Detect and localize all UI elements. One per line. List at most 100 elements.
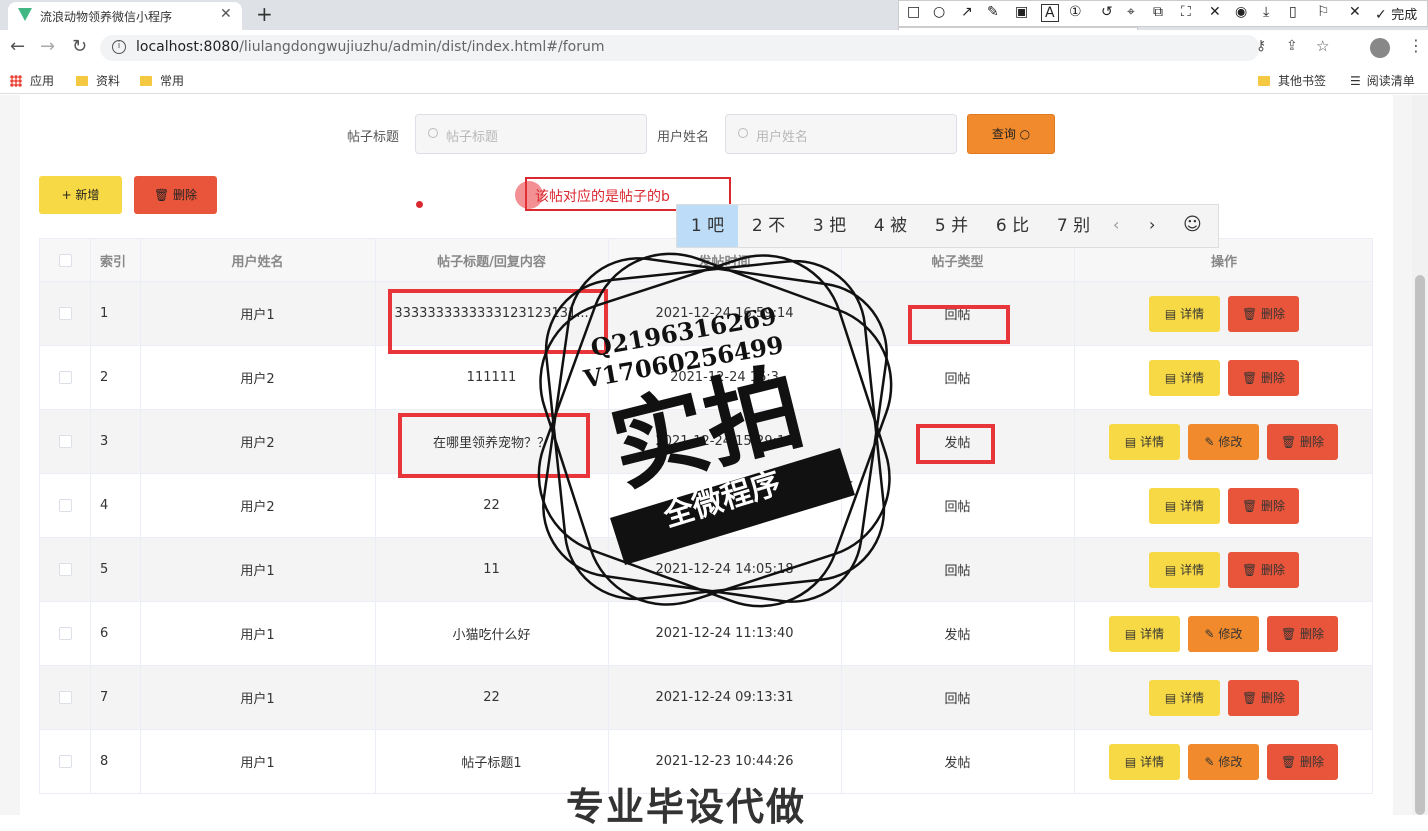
- ime-candidate[interactable]: 5 并: [921, 205, 982, 247]
- batch-delete-button[interactable]: 🗑 删除: [134, 176, 217, 214]
- translate-icon[interactable]: ✕: [1209, 4, 1221, 20]
- bookmark-apps[interactable]: 应用: [10, 72, 54, 89]
- title-search-input[interactable]: 帖子标题: [415, 114, 647, 154]
- col-divider: [90, 282, 91, 345]
- next-page-icon[interactable]: ›: [1149, 215, 1155, 234]
- ime-candidate[interactable]: 4 被: [860, 205, 921, 247]
- detail-button[interactable]: ▤ 详情: [1149, 360, 1220, 396]
- col-divider: [1074, 410, 1075, 473]
- emoji-icon[interactable]: ☺: [1183, 214, 1202, 235]
- row-select-cell: [40, 730, 90, 793]
- title-placeholder: 帖子标题: [446, 130, 499, 145]
- number-tool-icon[interactable]: ①: [1069, 4, 1082, 20]
- row-content: 22: [483, 690, 500, 705]
- undo-icon[interactable]: ↺: [1101, 4, 1113, 20]
- forward-icon[interactable]: →: [40, 36, 55, 57]
- delete-button[interactable]: 🗑 删除: [1267, 744, 1338, 780]
- delete-button[interactable]: 🗑 删除: [1228, 360, 1299, 396]
- delete-label: 删除: [1300, 627, 1325, 641]
- pin-icon[interactable]: ⌖: [1127, 4, 1135, 20]
- add-button[interactable]: + 新增: [39, 176, 122, 214]
- bookmark-folder-resources[interactable]: 资料: [76, 72, 120, 89]
- bookmark-other[interactable]: 其他书签: [1258, 72, 1326, 89]
- ime-candidate[interactable]: 1 吧: [677, 205, 738, 247]
- delete-button[interactable]: 🗑 删除: [1267, 424, 1338, 460]
- arrow-tool-icon[interactable]: ↗: [961, 4, 973, 20]
- bookmark-label: 资料: [96, 74, 121, 88]
- new-tab-button[interactable]: +: [256, 2, 273, 26]
- delete-button[interactable]: 🗑 删除: [1228, 488, 1299, 524]
- edit-button[interactable]: ✎ 修改: [1188, 616, 1259, 652]
- mosaic-tool-icon[interactable]: ▣: [1015, 4, 1028, 20]
- ime-candidate[interactable]: 2 不: [738, 205, 799, 247]
- close-tab-icon[interactable]: ✕: [220, 6, 232, 22]
- delete-label: 删除: [1261, 563, 1286, 577]
- menu-icon[interactable]: ⋮: [1408, 36, 1424, 55]
- row-checkbox[interactable]: [58, 691, 72, 704]
- rectangle-tool-icon[interactable]: □: [907, 4, 920, 20]
- user-placeholder: 用户姓名: [756, 130, 809, 145]
- detail-button[interactable]: ▤ 详情: [1149, 488, 1220, 524]
- info-icon[interactable]: i: [112, 40, 126, 54]
- star-icon: ★: [833, 470, 855, 498]
- cancel-icon[interactable]: ✕: [1349, 4, 1361, 20]
- detail-button[interactable]: ▤ 详情: [1109, 616, 1180, 652]
- url-field[interactable]: i localhost:8080/liulangdongwujiuzhu/adm…: [100, 35, 1329, 61]
- delete-button[interactable]: 🗑 删除: [1228, 680, 1299, 716]
- detail-button[interactable]: ▤ 详情: [1109, 424, 1180, 460]
- fullscreen-icon[interactable]: ⛶: [1181, 4, 1191, 20]
- back-icon[interactable]: ←: [10, 36, 25, 57]
- detail-button[interactable]: ▤ 详情: [1149, 552, 1220, 588]
- done-button[interactable]: ✓ 完成: [1375, 4, 1417, 23]
- row-checkbox[interactable]: [58, 755, 72, 768]
- select-all-checkbox[interactable]: [58, 253, 72, 267]
- detail-button[interactable]: ▤ 详情: [1109, 744, 1180, 780]
- text-tool-icon[interactable]: A: [1041, 4, 1059, 22]
- record-icon[interactable]: ◉: [1235, 4, 1247, 20]
- col-divider: [90, 239, 91, 281]
- row-checkbox[interactable]: [58, 627, 72, 640]
- detail-button[interactable]: ▤ 详情: [1149, 296, 1220, 332]
- row-checkbox[interactable]: [58, 499, 72, 512]
- pen-tool-icon[interactable]: ✎: [987, 4, 999, 20]
- annotation-dot: [416, 201, 423, 208]
- download-icon[interactable]: ⤓: [1263, 4, 1269, 20]
- delete-button[interactable]: 🗑 删除: [1228, 552, 1299, 588]
- ellipse-tool-icon[interactable]: ○: [933, 4, 945, 20]
- table-row[interactable]: 7 用户1 22 2021-12-24 09:13:31 回帖 ▤ 详情 🗑 删除: [39, 666, 1373, 730]
- scrollbar-thumb[interactable]: [1415, 275, 1425, 815]
- edit-button[interactable]: ✎ 修改: [1188, 424, 1259, 460]
- title-search-label: 帖子标题: [347, 130, 400, 145]
- row-select-cell: [40, 282, 90, 345]
- ime-candidate[interactable]: 6 比: [982, 205, 1043, 247]
- ime-candidate[interactable]: 3 把: [799, 205, 860, 247]
- browser-tab[interactable]: 流浪动物领养微信小程序 ✕: [8, 2, 242, 30]
- row-checkbox[interactable]: [58, 307, 72, 320]
- reload-icon[interactable]: ↻: [72, 36, 87, 57]
- bookmark-icon[interactable]: ⚐: [1317, 4, 1330, 20]
- row-checkbox[interactable]: [58, 435, 72, 448]
- delete-button[interactable]: 🗑 删除: [1228, 296, 1299, 332]
- phone-icon[interactable]: ▯: [1289, 4, 1297, 20]
- ime-candidate[interactable]: 7 别: [1043, 205, 1104, 247]
- row-checkbox[interactable]: [58, 563, 72, 576]
- prev-page-icon[interactable]: ‹: [1113, 215, 1119, 234]
- profile-avatar[interactable]: [1370, 38, 1390, 58]
- key-icon[interactable]: ⚷: [1256, 38, 1266, 54]
- reading-list[interactable]: ☰ 阅读清单: [1350, 72, 1415, 89]
- query-button[interactable]: 查询 ○: [967, 114, 1055, 154]
- edit-button[interactable]: ✎ 修改: [1188, 744, 1259, 780]
- share-icon[interactable]: ⇪: [1286, 38, 1298, 54]
- bookmark-folder-common[interactable]: 常用: [140, 72, 184, 89]
- col-divider: [1074, 346, 1075, 409]
- delete-button[interactable]: 🗑 删除: [1267, 616, 1338, 652]
- ocr-icon[interactable]: ⧉: [1153, 4, 1163, 20]
- detail-button[interactable]: ▤ 详情: [1149, 680, 1220, 716]
- row-checkbox[interactable]: [58, 371, 72, 384]
- star-icon[interactable]: ☆: [1316, 37, 1329, 55]
- scrollbar[interactable]: [1412, 95, 1428, 815]
- star-icon: ★: [630, 530, 652, 558]
- user-search-input[interactable]: 用户姓名: [725, 114, 957, 154]
- folder-icon: [1258, 76, 1270, 86]
- row-index: 2: [100, 370, 109, 385]
